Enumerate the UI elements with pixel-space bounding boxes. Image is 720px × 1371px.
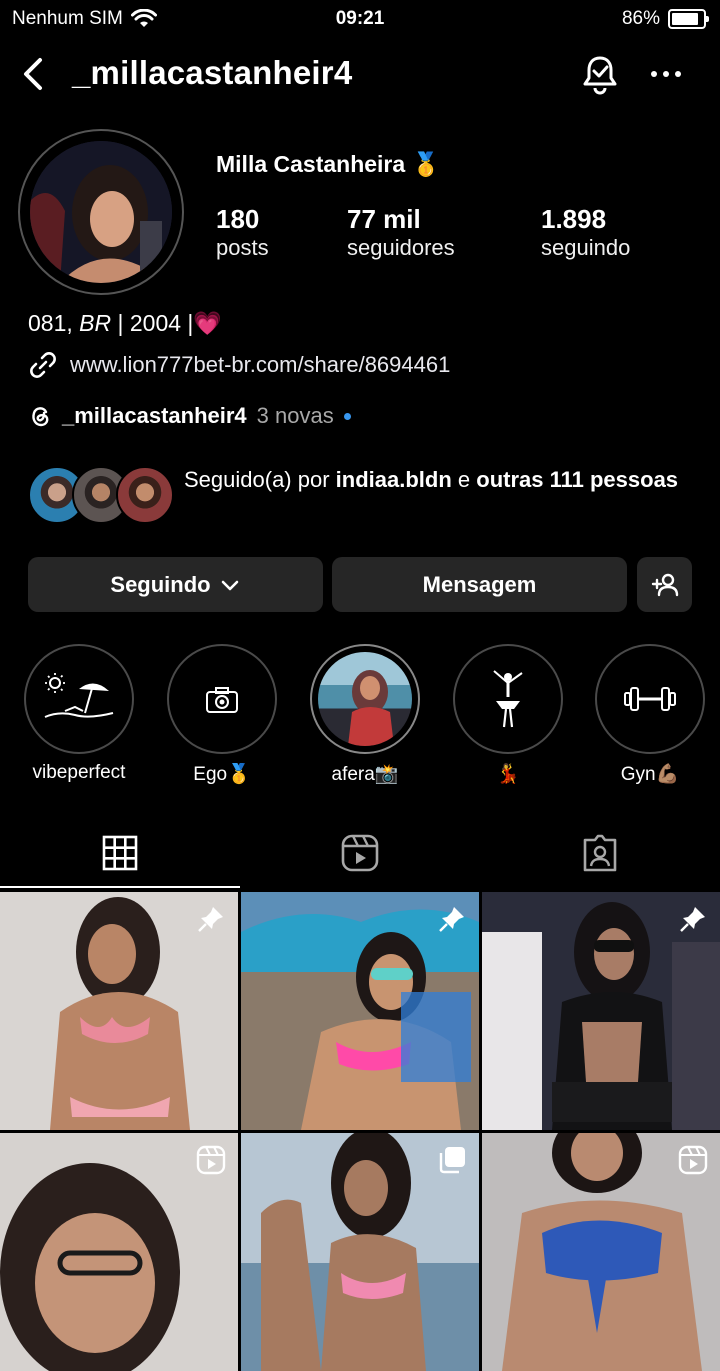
dumbbell-icon [624, 687, 676, 711]
bio-country: BR [79, 310, 112, 336]
highlight-afera[interactable] [310, 644, 420, 754]
link-icon [30, 352, 56, 378]
post-tile[interactable] [0, 892, 238, 1130]
tagged-icon[interactable] [581, 834, 619, 872]
highlight-label: afera📸 [331, 764, 399, 785]
threads-badge[interactable]: _millacastanheir4 3 novas [28, 403, 351, 429]
photo-thumbnail [318, 652, 412, 746]
followed-others: outras 111 pessoas [476, 467, 679, 492]
bio-suffix: | 2004 |💗 [111, 310, 223, 336]
back-icon[interactable] [18, 54, 54, 94]
stat-followers[interactable]: 77 mil seguidores [347, 204, 455, 261]
posts-grid [0, 892, 720, 1371]
highlight-label: Gyn💪🏽 [620, 764, 680, 785]
stat-posts-value: 180 [216, 204, 260, 234]
chevron-down-icon [221, 580, 238, 590]
profile-tabs [0, 820, 720, 890]
bio-prefix: 081, [28, 310, 80, 336]
post-tile[interactable] [241, 892, 479, 1130]
stat-posts[interactable]: 180 posts [216, 204, 269, 261]
highlight-dance[interactable] [453, 644, 563, 754]
carousel-icon [439, 1147, 465, 1174]
grid-icon[interactable] [102, 835, 138, 871]
bio: 081, BR | 2004 |💗 [28, 310, 222, 337]
full-name: Milla Castanheira 🥇 [216, 151, 440, 178]
stat-following-value: 1.898 [541, 204, 607, 234]
post-tile[interactable] [241, 1133, 479, 1371]
highlight-label: 💃 [496, 764, 520, 785]
full-name-text: Milla Castanheira [216, 151, 406, 177]
beach-umbrella-icon [44, 673, 114, 718]
stat-following[interactable]: 1.898 seguindo [541, 204, 630, 261]
stat-followers-value: 77 mil [347, 204, 421, 234]
status-bar: Nenhum SIM 09:21 86% [0, 0, 720, 38]
camera-icon [206, 687, 238, 713]
threads-new-dot [343, 412, 351, 420]
post-tile[interactable] [0, 1133, 238, 1371]
highlight-label: vibeperfect [32, 762, 126, 783]
reels-icon [196, 1145, 226, 1175]
highlight-label: Ego🥇 [193, 764, 251, 785]
followed-by-text[interactable]: Seguido(a) por indiaa.bldn e outras 111 … [184, 464, 684, 495]
battery-status: 86% [621, 8, 709, 30]
bio-link-text: www.lion777bet-br.com/share/8694461 [70, 352, 451, 377]
battery-percent: 86% [621, 8, 660, 29]
active-tab-indicator [0, 886, 240, 888]
highlight-ego[interactable] [167, 644, 277, 754]
reels-icon[interactable] [341, 834, 379, 872]
followed-user: indiaa.bldn [335, 467, 452, 492]
followed-prefix: Seguido(a) por [184, 467, 336, 492]
add-person-icon [651, 573, 678, 596]
suggest-users-button[interactable] [637, 557, 692, 612]
pin-icon [439, 907, 464, 932]
reels-icon [678, 1145, 708, 1175]
clock: 09:21 [335, 8, 385, 29]
stat-followers-label: seguidores [347, 235, 455, 260]
post-tile[interactable] [482, 892, 720, 1130]
battery-icon [668, 9, 709, 29]
more-options-icon[interactable] [646, 52, 686, 96]
avatar-photo [30, 141, 172, 283]
stat-posts-label: posts [216, 235, 269, 260]
message-button[interactable]: Mensagem [332, 557, 627, 612]
stat-following-label: seguindo [541, 235, 631, 260]
highlight-gym[interactable] [595, 644, 705, 754]
profile-header: _millacastanheir4 [0, 48, 720, 100]
threads-new-count: 3 novas [256, 403, 334, 428]
message-button-label: Mensagem [422, 571, 537, 597]
bio-link[interactable]: www.lion777bet-br.com/share/8694461 [28, 350, 450, 380]
avatar[interactable] [30, 141, 172, 283]
highlight-vibeperfect[interactable] [24, 644, 134, 754]
ballerina-icon [493, 670, 523, 728]
mutual-avatar [116, 466, 174, 524]
username-title: _millacastanheir4 [72, 54, 353, 91]
notification-bell-icon[interactable] [580, 52, 620, 96]
medal-emoji: 🥇 [411, 151, 441, 177]
threads-handle: _millacastanheir4 [62, 403, 247, 428]
following-button-label: Seguindo [110, 571, 211, 597]
following-button[interactable]: Seguindo [28, 557, 323, 612]
pin-icon [680, 907, 705, 932]
followed-mid: e [451, 467, 477, 492]
threads-icon [32, 407, 49, 427]
post-tile[interactable] [482, 1133, 720, 1371]
pin-icon [198, 907, 223, 932]
